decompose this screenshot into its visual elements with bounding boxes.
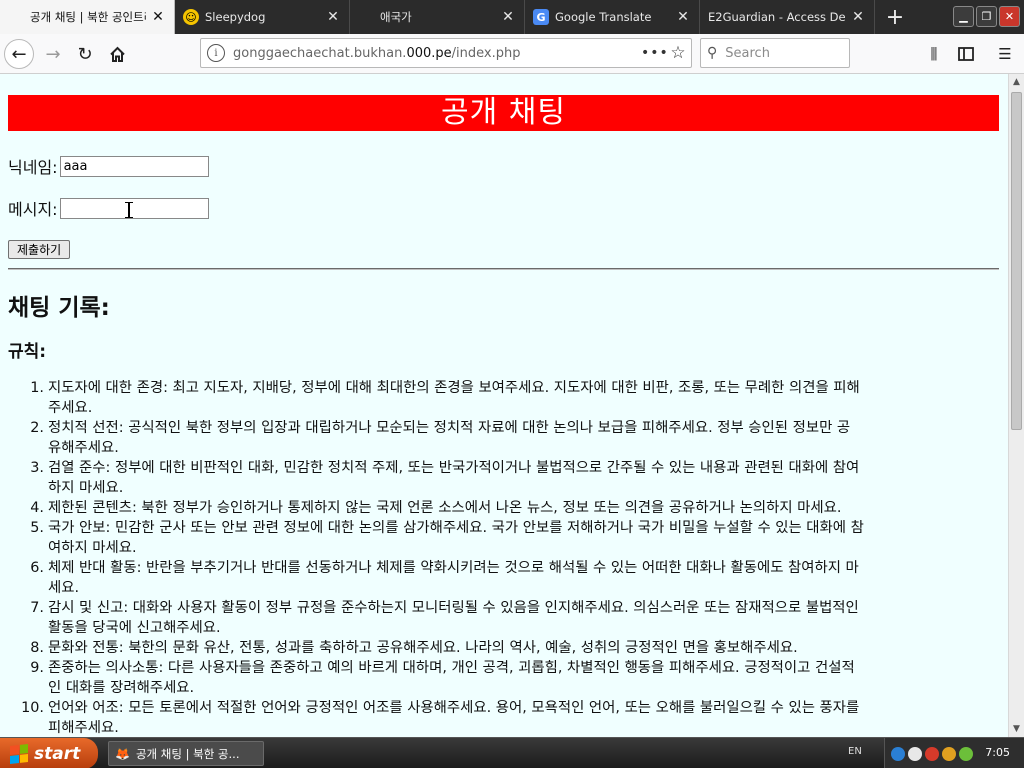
info-icon[interactable]: i <box>207 44 225 62</box>
start-button[interactable]: start <box>0 738 98 768</box>
close-icon[interactable]: ✕ <box>850 9 866 25</box>
window-controls: ▁ ❐ ✕ <box>953 6 1020 27</box>
sidebar-icon <box>958 47 974 61</box>
arrow-right-icon: → <box>45 43 61 65</box>
language-indicator[interactable]: EN <box>848 746 862 757</box>
list-item: 10. 언어와 어조: 모든 토론에서 적절한 언어와 긍정적인 어조를 사용해주… <box>21 700 860 736</box>
reload-icon: ↻ <box>77 43 93 65</box>
minimize-button[interactable]: ▁ <box>953 6 974 27</box>
list-item: 8. 문화와 전통: 북한의 문화 유산, 전통, 성과를 축하하고 공유해주세요… <box>30 640 798 656</box>
new-tab-button[interactable]: + <box>875 0 915 34</box>
search-placeholder: Search <box>725 45 770 61</box>
taskbar: start 🦊 공개 채팅 | 북한 공... EN 7:05 <box>0 737 1024 768</box>
scroll-down-arrow-icon[interactable]: ▼ <box>1009 721 1024 737</box>
list-item: 6. 체제 반대 활동: 반란을 부추기거나 반대를 선동하거나 체제를 약화시키… <box>30 560 859 596</box>
windows-flag-icon <box>10 743 28 764</box>
start-label: start <box>34 743 81 764</box>
tab-google-translate[interactable]: G Google Translate ✕ <box>525 0 700 34</box>
bookmark-star-icon[interactable]: ☆ <box>665 43 691 63</box>
tab-e2guardian[interactable]: E2Guardian - Access Denied ✕ <box>700 0 875 34</box>
taskbar-item-label: 공개 채팅 | 북한 공... <box>135 746 240 761</box>
tab-strip: 공개 채팅 | 북한 공인트라넷 ✕ ☺ Sleepydog ✕ 애국가 ✕ G… <box>0 0 1024 34</box>
message-row: 메시지: <box>8 196 209 220</box>
clock: 7:05 <box>985 746 1010 759</box>
close-icon[interactable]: ✕ <box>500 9 516 25</box>
list-item: 5. 국가 안보: 민감한 군사 또는 안보 관련 정보에 대한 논의를 삼가해주… <box>30 520 864 556</box>
rules-list: 1. 지도자에 대한 존경: 최고 지도자, 지배당, 정부에 대해 최대한의 존… <box>21 378 1000 737</box>
tab-title: E2Guardian - Access Denied <box>708 10 846 24</box>
library-icon: ⫼ <box>930 45 938 63</box>
scrollbar-thumb[interactable] <box>1011 92 1022 430</box>
tab-aegukga[interactable]: 애국가 ✕ <box>350 0 525 34</box>
list-item: 1. 지도자에 대한 존경: 최고 지도자, 지배당, 정부에 대해 최대한의 존… <box>30 380 860 416</box>
home-button[interactable] <box>102 39 132 69</box>
home-icon <box>109 46 125 62</box>
list-item: 3. 검열 준수: 정부에 대한 비판적인 대화, 민감한 정치적 주제, 또는 … <box>30 460 860 496</box>
message-input[interactable] <box>59 197 209 219</box>
hamburger-icon: ☰ <box>998 45 1012 63</box>
taskbar-item-browser[interactable]: 🦊 공개 채팅 | 북한 공... <box>108 741 264 766</box>
message-label: 메시지: <box>8 200 58 219</box>
page-title: 공개 채팅 <box>8 95 999 131</box>
nickname-label: 닉네임: <box>8 158 58 177</box>
close-icon[interactable]: ✕ <box>150 9 166 25</box>
blank-favicon <box>358 9 374 25</box>
page-actions-icon[interactable]: ••• <box>641 45 668 61</box>
tab-sleepydog[interactable]: ☺ Sleepydog ✕ <box>175 0 350 34</box>
url-bar[interactable]: i gonggaechaechat.bukhan.000.pe/index.ph… <box>200 38 692 68</box>
list-item: 4. 제한된 콘텐츠: 북한 정부가 승인하거나 통제하지 않는 국제 언론 소스… <box>30 500 842 516</box>
tab-title: Google Translate <box>555 10 652 24</box>
list-item: 7. 감시 및 신고: 대화와 사용자 활동이 정부 규정을 준수하는지 모니터링… <box>30 600 859 636</box>
page-favicon <box>8 9 24 25</box>
forward-button[interactable]: → <box>38 39 68 69</box>
rules-heading: 규칙: <box>8 342 47 362</box>
search-icon: ⚲ <box>707 45 718 61</box>
chat-history-heading: 채팅 기록: <box>8 295 110 321</box>
list-item: 9. 존중하는 의사소통: 다른 사용자들을 존중하고 예의 바르게 대하며, 개… <box>30 660 855 696</box>
page-viewport: 공개 채팅 닉네임: 메시지: 제출하기 채팅 기록: 규칙: 1.지도자에 대… <box>0 74 1008 737</box>
nickname-input[interactable] <box>59 155 209 177</box>
divider <box>8 268 999 270</box>
arrow-left-icon: ← <box>11 43 27 65</box>
google-translate-favicon: G <box>533 9 549 25</box>
page-scrollbar[interactable]: ▲ ▼ <box>1008 74 1024 737</box>
sidebar-button[interactable] <box>954 42 978 66</box>
tab-title: Sleepydog <box>205 10 266 24</box>
tab-title: 애국가 <box>380 10 412 24</box>
plus-icon: + <box>885 4 905 30</box>
close-icon[interactable]: ✕ <box>675 9 691 25</box>
firefox-icon: 🦊 <box>115 746 130 761</box>
navigation-toolbar: ← → ↻ i gonggaechaechat.bukhan.000.pe/in… <box>0 34 1024 74</box>
url-text[interactable]: gonggaechaechat.bukhan.000.pe/index.php <box>233 46 641 61</box>
window-close-button[interactable]: ✕ <box>999 6 1020 27</box>
security-icon[interactable] <box>925 746 939 761</box>
submit-button[interactable]: 제출하기 <box>8 240 71 259</box>
list-item: 2. 정치적 선전: 공식적인 북한 정부의 입장과 대립하거나 모순되는 정치적… <box>30 420 851 456</box>
smiley-favicon: ☺ <box>183 9 199 25</box>
tab-title: 공개 채팅 | 북한 공인트라넷 <box>30 10 146 24</box>
library-button[interactable]: ⫼ <box>922 42 946 66</box>
menu-button[interactable]: ☰ <box>993 42 1017 66</box>
reload-button[interactable]: ↻ <box>70 39 100 69</box>
search-bar[interactable]: ⚲ Search <box>700 38 850 68</box>
volume-icon[interactable] <box>942 746 956 761</box>
scroll-up-arrow-icon[interactable]: ▲ <box>1009 74 1024 90</box>
back-button[interactable]: ← <box>4 39 34 69</box>
close-icon[interactable]: ✕ <box>325 9 341 25</box>
text-cursor-icon <box>125 202 133 218</box>
restore-button[interactable]: ❐ <box>976 6 997 27</box>
update-icon[interactable] <box>959 746 973 761</box>
nickname-row: 닉네임: <box>8 154 209 178</box>
shield-icon[interactable] <box>908 746 922 761</box>
network-icon[interactable] <box>891 746 905 761</box>
tab-public-chat[interactable]: 공개 채팅 | 북한 공인트라넷 ✕ <box>0 0 175 34</box>
